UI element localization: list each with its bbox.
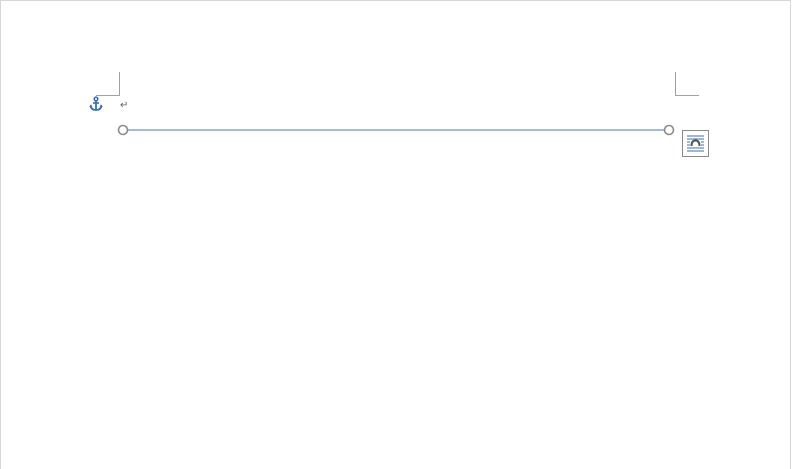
layout-options-icon: [687, 135, 704, 152]
line-end-handle[interactable]: [663, 124, 675, 136]
anchor-icon[interactable]: [88, 96, 104, 112]
layout-options-button[interactable]: [682, 130, 709, 157]
top-right-margin-mark: [675, 72, 699, 96]
line-shape[interactable]: [115, 122, 677, 138]
line-start-handle[interactable]: [117, 124, 129, 136]
document-page: ↵: [0, 0, 791, 469]
top-left-margin-mark: [96, 72, 120, 96]
paragraph-mark: ↵: [120, 100, 129, 111]
